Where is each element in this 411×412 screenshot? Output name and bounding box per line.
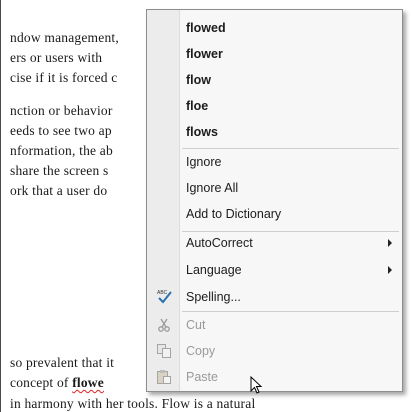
menu-icon-gutter — [147, 10, 180, 391]
submenu-arrow-icon — [388, 239, 392, 247]
doc-text-line: share the screen s — [10, 163, 109, 178]
doc-text-line: cise if it is forced c — [10, 70, 118, 85]
scissors-icon — [156, 317, 172, 333]
doc-text-line: ork that a user do — [10, 183, 108, 198]
add-to-dictionary-item[interactable]: Add to Dictionary — [186, 203, 281, 225]
doc-text-line: nction or behavior — [10, 103, 113, 118]
suggestion-floe[interactable]: floe — [186, 95, 208, 117]
suggestion-flow[interactable]: flow — [186, 69, 211, 91]
suggestion-flows[interactable]: flows — [186, 121, 218, 143]
ignore-all-item[interactable]: Ignore All — [186, 177, 238, 199]
paste-item[interactable]: Paste — [186, 366, 218, 388]
spelling-item[interactable]: Spelling... — [186, 286, 241, 308]
suggestion-flowed[interactable]: flowed — [186, 17, 226, 39]
suggestion-flower[interactable]: flower — [186, 43, 223, 65]
doc-text-line: ndow management, — [10, 30, 119, 45]
doc-text-fragment: concept of — [10, 375, 69, 390]
paste-icon — [156, 369, 172, 385]
mouse-pointer-icon — [250, 376, 263, 394]
copy-icon — [156, 343, 172, 359]
doc-text-line: eeds to see two ap — [10, 123, 112, 138]
spelling-check-icon: ABC — [156, 288, 172, 304]
autocorrect-item[interactable]: AutoCorrect — [186, 232, 253, 254]
doc-text-line: nformation, the ab — [10, 143, 113, 158]
submenu-arrow-icon — [388, 266, 392, 274]
cut-item[interactable]: Cut — [186, 314, 205, 336]
doc-text-line: ers or users with — [10, 50, 103, 65]
menu-separator — [182, 148, 399, 149]
doc-text-line: so prevalent that it — [10, 355, 115, 370]
spelling-context-menu: flowed flower flow floe flows Ignore Ign… — [146, 9, 403, 392]
misspelled-word[interactable]: flowe — [72, 375, 104, 390]
doc-text-line-with-misspelling: concept of flowe — [10, 375, 104, 391]
svg-text:ABC: ABC — [157, 290, 168, 296]
copy-item[interactable]: Copy — [186, 340, 215, 362]
menu-separator — [182, 311, 399, 312]
language-item[interactable]: Language — [186, 259, 242, 281]
ignore-item[interactable]: Ignore — [186, 151, 221, 173]
doc-text-line: in harmony with her tools. Flow is a nat… — [10, 396, 256, 411]
